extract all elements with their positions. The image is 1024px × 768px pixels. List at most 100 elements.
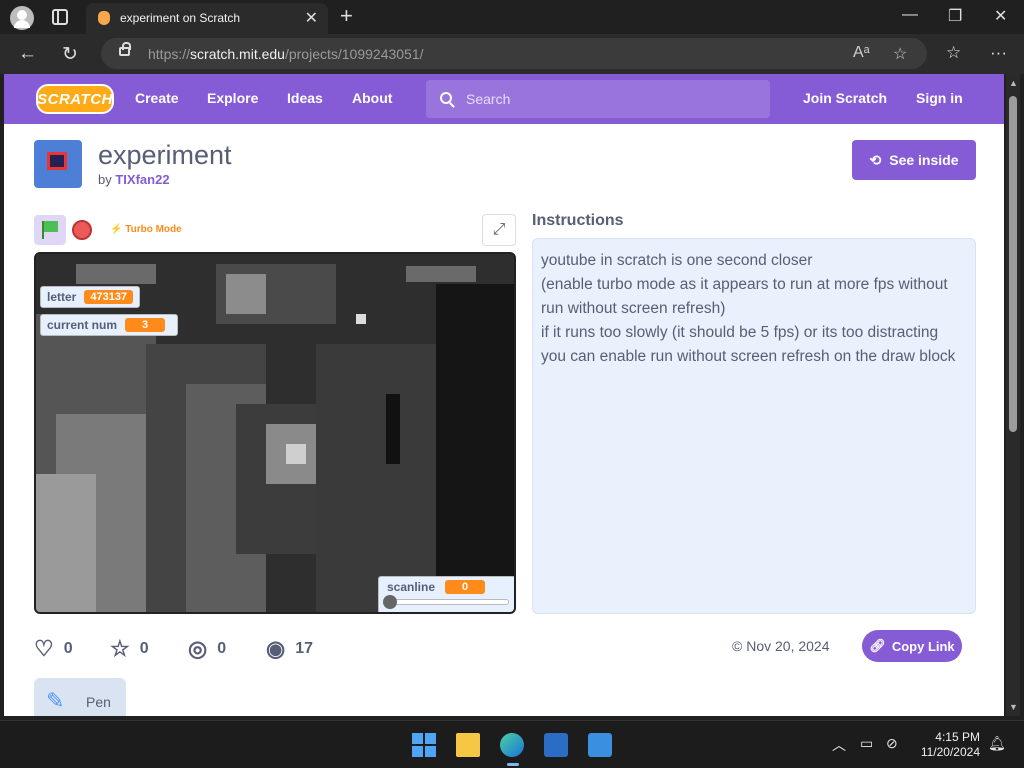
nav-create[interactable]: Create: [135, 90, 179, 106]
window-close-icon[interactable]: ✕: [994, 6, 1007, 26]
scanline-slider-monitor: scanline 0: [378, 576, 514, 612]
photos-icon[interactable]: [588, 733, 612, 757]
project-thumbnail: [34, 140, 82, 188]
display-icon[interactable]: ▭: [860, 735, 873, 752]
remix-swirl-icon: ◎: [188, 636, 208, 661]
lock-icon[interactable]: [119, 42, 131, 56]
scratch-logo[interactable]: SCRATCH: [36, 84, 114, 114]
instructions-heading: Instructions: [532, 212, 624, 229]
copy-link-label: Copy Link: [891, 638, 955, 654]
scratch-favicon-icon: [98, 11, 110, 25]
turbo-label: Turbo Mode: [125, 224, 182, 235]
url-input[interactable]: https://scratch.mit.edu/projects/1099243…: [101, 38, 927, 69]
address-bar: ← ↻ https://scratch.mit.edu/projects/109…: [0, 34, 1024, 74]
stop-button[interactable]: [72, 220, 92, 240]
show-hidden-icons-icon[interactable]: ︿: [832, 735, 846, 755]
search-input[interactable]: Search: [426, 80, 770, 118]
slider-value: 0: [445, 580, 485, 594]
pen-extension-tag[interactable]: ✎ Pen: [34, 678, 126, 716]
heart-icon: ♡: [34, 636, 54, 661]
lightning-icon: ⚡: [110, 224, 123, 235]
windows-start-icon[interactable]: [412, 733, 436, 757]
url-text: https://scratch.mit.edu/projects/1099243…: [148, 46, 424, 62]
browser-tab[interactable]: experiment on Scratch ✕: [86, 3, 328, 34]
new-tab-icon[interactable]: +: [340, 3, 353, 29]
project-author-line: by TIXfan22: [98, 172, 170, 187]
profile-avatar-icon[interactable]: [10, 6, 34, 30]
network-icon[interactable]: ⊘: [886, 735, 898, 752]
scratch-project-page: SCRATCH Create Explore Ideas About Searc…: [4, 74, 1004, 716]
green-flag-button[interactable]: [34, 215, 66, 245]
back-icon[interactable]: ←: [18, 43, 37, 65]
instructions-line: if it runs too slowly (it should be 5 fp…: [541, 324, 956, 365]
tab-title: experiment on Scratch: [120, 11, 241, 25]
fullscreen-icon: ⤢: [492, 221, 506, 238]
letter-monitor: letter 473137: [40, 286, 141, 308]
clock-date: 11/20/2024: [920, 745, 980, 759]
scratch-navbar: SCRATCH Create Explore Ideas About Searc…: [4, 74, 1004, 124]
refresh-icon[interactable]: ↻: [62, 43, 78, 66]
remix-count: 0: [217, 640, 227, 657]
slider-track[interactable]: [387, 599, 509, 605]
love-stat[interactable]: ♡ 0: [34, 636, 73, 662]
scroll-down-icon[interactable]: ▼: [1009, 702, 1018, 712]
favorite-count: 0: [139, 640, 149, 657]
see-inside-label: See inside: [889, 152, 959, 168]
pen-icon: ✎: [46, 688, 65, 713]
copy-link-button[interactable]: 🔗︎ Copy Link: [862, 630, 962, 662]
tab-close-icon[interactable]: ✕: [305, 8, 318, 28]
star-icon: ☆: [110, 636, 130, 661]
turbo-mode-indicator: ⚡ Turbo Mode: [110, 224, 182, 235]
more-menu-icon[interactable]: ···: [990, 43, 1007, 63]
search-placeholder: Search: [466, 91, 511, 107]
instructions-line: youtube in scratch is one second closer: [541, 252, 813, 269]
notifications-bell-icon[interactable]: 🔔︎: [988, 735, 1006, 752]
favorites-icon[interactable]: ☆: [946, 43, 961, 63]
see-inside-button[interactable]: ⟲ See inside: [852, 140, 976, 180]
view-count: 17: [295, 640, 313, 657]
pen-label: Pen: [86, 694, 111, 710]
read-aloud-icon[interactable]: A͏ᵃ: [853, 44, 870, 62]
nav-ideas[interactable]: Ideas: [287, 90, 323, 106]
eye-icon: ◉: [266, 636, 286, 661]
windows-taskbar: ︿ ▭ ⊘ 4:15 PM 11/20/2024 🔔︎: [0, 720, 1024, 768]
slider-knob[interactable]: [383, 595, 397, 609]
nav-explore[interactable]: Explore: [207, 90, 258, 106]
minimize-icon[interactable]: —: [902, 6, 918, 24]
restore-icon[interactable]: ❐: [948, 6, 962, 26]
fullscreen-button[interactable]: ⤢: [482, 214, 516, 246]
tab-actions-icon[interactable]: [52, 9, 68, 25]
share-date: © Nov 20, 2024: [732, 638, 830, 654]
sign-in-link[interactable]: Sign in: [916, 90, 963, 106]
nav-about[interactable]: About: [352, 90, 392, 106]
page-scrollbar[interactable]: ▲ ▼: [1006, 74, 1020, 716]
project-title: experiment: [98, 140, 232, 170]
project-stage[interactable]: letter 473137 current num 3 scanline 0: [34, 252, 516, 614]
file-explorer-icon[interactable]: [456, 733, 480, 757]
remix-arrows-icon: ⟲: [869, 151, 882, 168]
edge-browser-icon[interactable]: [500, 733, 524, 757]
browser-window: experiment on Scratch ✕ + — ❐ ✕ ← ↻ http…: [0, 0, 1024, 720]
instructions-line: (enable turbo mode as it appears to run …: [541, 276, 948, 317]
stage-render: [36, 254, 514, 612]
remix-stat: ◎ 0: [188, 636, 226, 662]
copyright-icon: ©: [732, 638, 743, 654]
system-clock[interactable]: 4:15 PM 11/20/2024: [912, 730, 980, 760]
join-scratch-link[interactable]: Join Scratch: [803, 90, 887, 106]
favorite-star-icon[interactable]: ☆: [893, 44, 907, 64]
by-label: by: [98, 172, 112, 187]
monitor-label: current num: [47, 318, 118, 332]
clock-time: 4:15 PM: [935, 730, 980, 744]
monitor-label: letter: [47, 290, 77, 304]
tab-bar: experiment on Scratch ✕ + — ❐ ✕: [0, 0, 1024, 34]
slider-label: scanline: [387, 580, 436, 594]
instructions-box: youtube in scratch is one second closer …: [532, 238, 976, 614]
favorite-stat[interactable]: ☆ 0: [110, 636, 149, 662]
store-icon[interactable]: [544, 733, 568, 757]
monitor-value: 3: [125, 318, 166, 332]
scroll-up-icon[interactable]: ▲: [1009, 78, 1018, 88]
scroll-thumb[interactable]: [1009, 96, 1017, 432]
author-link[interactable]: TIXfan22: [115, 172, 169, 187]
monitor-value: 473137: [84, 290, 134, 304]
views-stat: ◉ 17: [266, 636, 313, 662]
